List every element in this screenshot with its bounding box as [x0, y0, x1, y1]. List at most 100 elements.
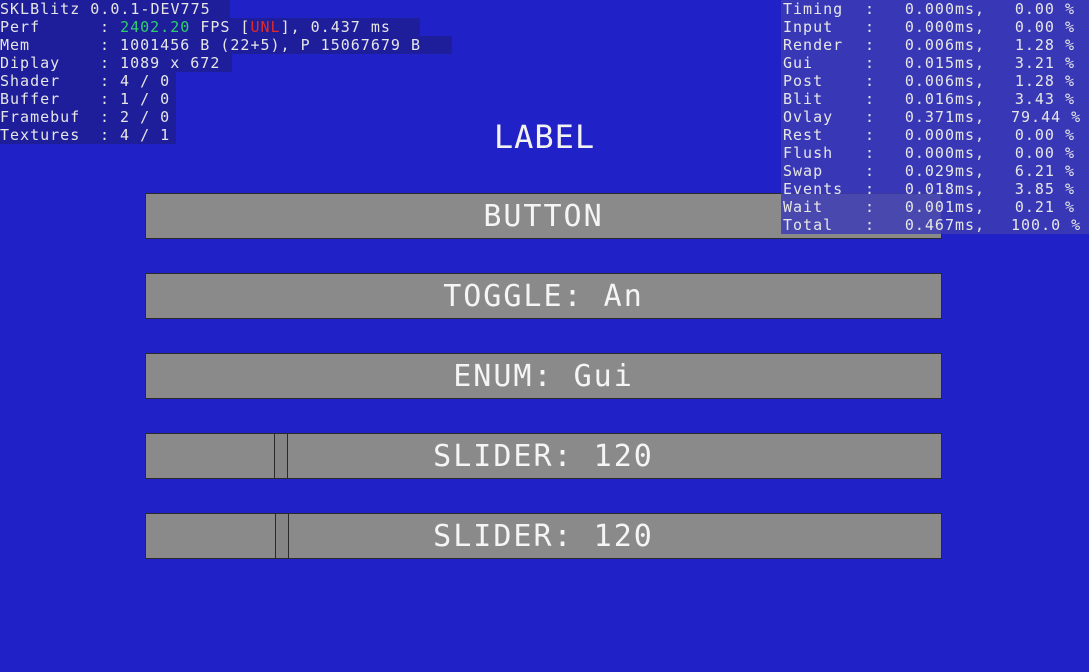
timing-percent: 6.21 % [1014, 162, 1075, 180]
timing-unit: ms, [955, 0, 986, 18]
timing-unit: ms, [955, 216, 986, 234]
timing-unit: ms, [955, 180, 986, 198]
timing-colon: : [865, 0, 876, 18]
timing-overlay: Timing:0.000ms, 0.00 % Input:0.000ms, 0.00 … [781, 0, 1089, 234]
timing-unit: ms, [955, 36, 986, 54]
timing-unit: ms, [955, 18, 986, 36]
timing-ms: 0.371 [904, 108, 955, 126]
timing-percent: 0.21 % [1014, 198, 1075, 216]
slider-1-label: SLIDER: 120 [433, 439, 654, 474]
perf-key: Perf [0, 18, 41, 36]
timing-percent: 0.00 % [1014, 18, 1075, 36]
timing-percent: 1.28 % [1014, 36, 1075, 54]
perf-fps: 2402.20 [120, 18, 191, 36]
engine-title: SKLBlitz 0.0.1-DEV775 [0, 0, 230, 18]
display-value: : 1089 x 672 [100, 54, 221, 72]
timing-unit: ms, [955, 126, 986, 144]
timing-ms: 0.000 [904, 144, 955, 162]
timing-percent: 3.43 % [1014, 90, 1075, 108]
slider-2-label: SLIDER: 120 [433, 519, 654, 554]
display-key: Diplay [0, 54, 61, 72]
timing-unit: ms, [955, 90, 986, 108]
gui-slider-1[interactable]: SLIDER: 120 [145, 433, 942, 479]
timing-colon: : [865, 216, 876, 234]
slider-2-handle[interactable] [275, 514, 289, 558]
timing-colon: : [865, 36, 876, 54]
timing-percent: 0.00 % [1014, 144, 1075, 162]
timing-name: Flush [783, 144, 834, 162]
timing-colon: : [865, 54, 876, 72]
slider-1-handle[interactable] [274, 434, 288, 478]
timing-row: Input: 0.000ms, 0.00 % [781, 18, 1089, 36]
mem-row: Mem : 1001456 B (22+5), P 15067679 B [0, 36, 452, 54]
timing-percent: 3.85 % [1014, 180, 1075, 198]
mem-key: Mem [0, 36, 31, 54]
perf-colon: : [100, 18, 111, 36]
shader-key: Shader [0, 72, 61, 90]
timing-ms: 0.018 [904, 180, 955, 198]
timing-percent: 1.28 % [1014, 72, 1075, 90]
timing-ms: 0.000 [904, 18, 955, 36]
perf-fps-label: FPS [ [200, 18, 251, 36]
gui-enum[interactable]: ENUM: Gui [145, 353, 942, 399]
buffer-value: : 1 / 0 [100, 90, 171, 108]
timing-colon: : [865, 18, 876, 36]
timing-ms: 0.000 [904, 126, 955, 144]
timing-unit: ms, [955, 72, 986, 90]
shader-value: : 4 / 0 [100, 72, 171, 90]
display-row: Diplay : 1089 x 672 [0, 54, 232, 72]
timing-name: Timing [783, 0, 844, 18]
timing-percent: 100.0 % [1011, 216, 1082, 234]
timing-name: Gui [783, 54, 814, 72]
timing-name: Ovlay [783, 108, 834, 126]
timing-unit: ms, [955, 144, 986, 162]
timing-row: Ovlay: 0.371ms, 79.44 % [781, 108, 1089, 126]
timing-ms: 0.001 [904, 198, 955, 216]
gui-slider-2[interactable]: SLIDER: 120 [145, 513, 942, 559]
timing-ms: 0.016 [904, 90, 955, 108]
timing-row: Render: 0.006ms, 1.28 % [781, 36, 1089, 54]
timing-percent: 3.21 % [1014, 54, 1075, 72]
timing-colon: : [865, 72, 876, 90]
perf-row: Perf: 2402.20 FPS [UNL], 0.437 ms [0, 18, 420, 36]
timing-percent: 0.00 % [1014, 126, 1075, 144]
timing-colon: : [865, 198, 876, 216]
timing-row: Rest: 0.000ms, 0.00 % [781, 126, 1089, 144]
buffer-key: Buffer [0, 90, 61, 108]
timing-name: Swap [783, 162, 824, 180]
timing-colon: : [865, 180, 876, 198]
timing-row: Swap: 0.029ms, 6.21 % [781, 162, 1089, 180]
timing-row: Timing: 0.000ms, 0.00 % [781, 0, 1089, 18]
buffer-row: Buffer : 1 / 0 [0, 90, 176, 108]
timing-percent: 79.44 % [1011, 108, 1082, 126]
timing-name: Total [783, 216, 834, 234]
mem-value: : 1001456 B (22+5), P 15067679 B [100, 36, 421, 54]
timing-unit: ms, [955, 162, 986, 180]
shader-row: Shader : 4 / 0 [0, 72, 176, 90]
timing-unit: ms, [955, 54, 986, 72]
timing-name: Blit [783, 90, 824, 108]
timing-unit: ms, [955, 108, 986, 126]
timing-row: Flush: 0.000ms, 0.00 % [781, 144, 1089, 162]
timing-row: Post: 0.006ms, 1.28 % [781, 72, 1089, 90]
perf-mode: UNL [250, 18, 281, 36]
gui-toggle[interactable]: TOGGLE: An [145, 273, 942, 319]
timing-ms: 0.015 [904, 54, 955, 72]
timing-name: Events [783, 180, 844, 198]
timing-row: Total: 0.467ms, 100.0 % [781, 216, 1089, 234]
timing-unit: ms, [955, 198, 986, 216]
timing-name: Wait [783, 198, 824, 216]
timing-row: Blit: 0.016ms, 3.43 % [781, 90, 1089, 108]
timing-row: Events: 0.018ms, 3.85 % [781, 180, 1089, 198]
timing-colon: : [865, 108, 876, 126]
timing-row: Gui: 0.015ms, 3.21 % [781, 54, 1089, 72]
timing-colon: : [865, 162, 876, 180]
timing-colon: : [865, 126, 876, 144]
perf-rest: ], 0.437 ms [280, 18, 391, 36]
timing-name: Render [783, 36, 844, 54]
timing-ms: 0.029 [904, 162, 955, 180]
timing-name: Rest [783, 126, 824, 144]
timing-ms: 0.006 [904, 36, 955, 54]
timing-name: Input [783, 18, 834, 36]
timing-ms: 0.000 [904, 0, 955, 18]
